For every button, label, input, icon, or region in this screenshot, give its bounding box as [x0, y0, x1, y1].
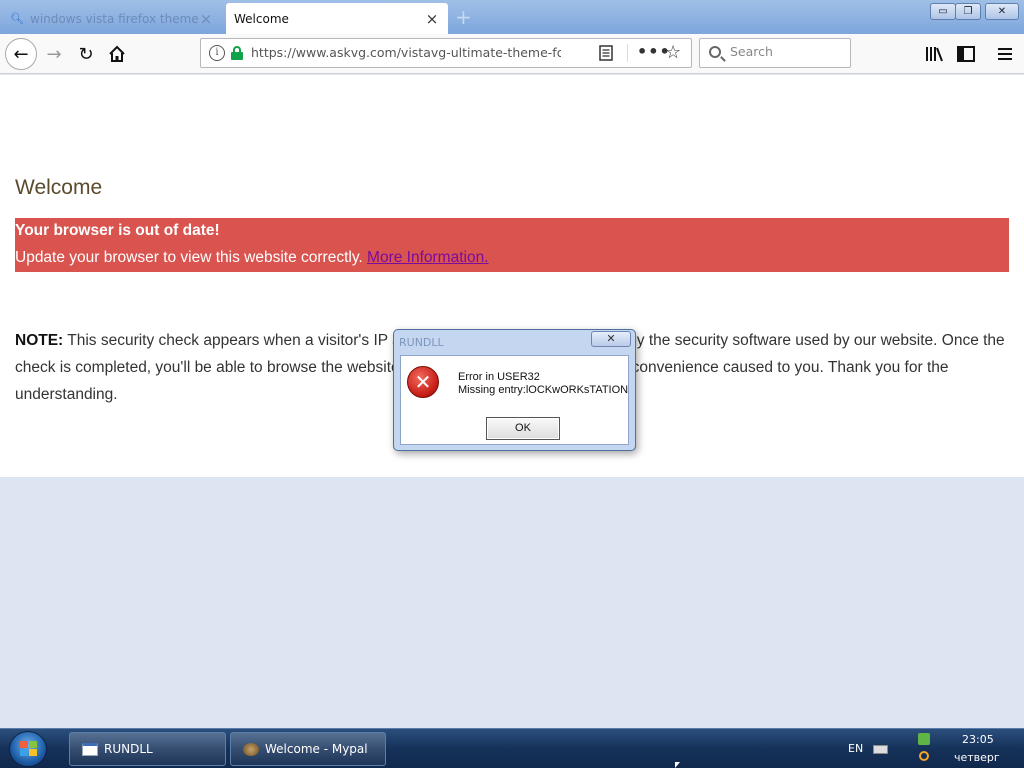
page-title: Welcome	[15, 176, 103, 199]
tab-title: windows vista firefox theme	[30, 11, 198, 26]
error-message-line2: Missing entry:lOCKwORKsTATION	[458, 384, 629, 396]
search-box[interactable]	[699, 38, 851, 68]
start-button[interactable]	[9, 731, 47, 767]
taskbar-button-mypal[interactable]: Welcome - Mypal	[230, 732, 386, 766]
restore-button[interactable]: ❐	[955, 3, 981, 20]
mypal-icon	[243, 742, 259, 756]
ok-button[interactable]: OK	[486, 417, 560, 440]
reload-button[interactable]: ↻	[72, 40, 100, 68]
new-tab-button[interactable]: +	[455, 5, 472, 29]
dialog-body: ✕ Error in USER32 Missing entry:lOCKwORK…	[400, 355, 629, 445]
search-icon	[709, 46, 721, 58]
library-button[interactable]	[920, 40, 948, 68]
alert-message: Update your browser to view this website…	[15, 249, 489, 267]
close-icon[interactable]: ×	[424, 10, 440, 28]
nav-bar: ← → ↻ i https://www.askvg.com/vistavg-ul…	[0, 34, 1024, 74]
arrow-right-icon: →	[46, 43, 62, 65]
rundll-error-dialog: RUNDLL ✕ ✕ Error in USER32 Missing entry…	[393, 329, 636, 451]
more-information-link[interactable]: More Information.	[367, 249, 488, 266]
search-icon: 🔍︎	[10, 12, 24, 25]
note-label: NOTE:	[15, 332, 64, 349]
taskbar-button-rundll[interactable]: RUNDLL	[69, 732, 226, 766]
arrow-left-icon: ←	[13, 43, 29, 65]
tab-strip: 🔍︎ windows vista firefox theme × Welcome…	[0, 0, 1024, 34]
minimize-button[interactable]: ▭	[930, 3, 956, 20]
taskbar: RUNDLL Welcome - Mypal EN 23:05 четверг	[0, 728, 1024, 768]
url-text[interactable]: https://www.askvg.com/vistavg-ultimate-t…	[251, 45, 561, 60]
reader-view-icon[interactable]	[599, 45, 613, 65]
hamburger-menu-icon	[998, 48, 1012, 60]
url-divider	[627, 44, 628, 62]
alert-title: Your browser is out of date!	[15, 222, 220, 239]
close-window-button[interactable]: ✕	[985, 3, 1019, 20]
bookmark-star-icon[interactable]: ☆	[665, 42, 681, 63]
clock-time[interactable]: 23:05	[962, 733, 994, 746]
alert-text: Update your browser to view this website…	[15, 249, 368, 266]
tab-welcome[interactable]: Welcome ×	[226, 3, 448, 34]
language-indicator[interactable]: EN	[848, 742, 863, 755]
reload-icon: ↻	[78, 43, 94, 65]
lock-icon[interactable]	[231, 46, 243, 60]
info-icon[interactable]: i	[209, 45, 225, 61]
back-button[interactable]: ←	[5, 38, 37, 70]
dialog-title: RUNDLL	[399, 336, 444, 349]
mouse-cursor-icon	[675, 762, 680, 768]
outdated-browser-alert: Your browser is out of date! Update your…	[15, 218, 1009, 272]
error-message-line1: Error in USER32	[458, 371, 540, 383]
keyboard-icon[interactable]	[873, 745, 888, 754]
library-icon	[926, 47, 943, 62]
search-icon[interactable]	[919, 751, 929, 761]
forward-button[interactable]: →	[40, 40, 68, 68]
url-bar[interactable]: i https://www.askvg.com/vistavg-ultimate…	[200, 38, 692, 68]
tab-search-results[interactable]: 🔍︎ windows vista firefox theme ×	[2, 3, 222, 34]
windows-logo-icon	[20, 741, 38, 758]
sidebar-icon	[957, 46, 975, 62]
clock-day[interactable]: четверг	[954, 751, 1000, 764]
dialog-close-button[interactable]: ✕	[591, 331, 631, 347]
close-icon[interactable]: ×	[198, 10, 214, 28]
home-button[interactable]	[103, 40, 131, 68]
network-icon[interactable]	[918, 733, 930, 745]
taskbar-button-label: RUNDLL	[104, 742, 153, 756]
home-icon	[109, 45, 125, 62]
taskbar-button-label: Welcome - Mypal	[265, 742, 368, 756]
window-icon	[82, 742, 98, 756]
menu-button[interactable]	[991, 40, 1019, 68]
tab-title: Welcome	[234, 11, 289, 26]
sidebar-button[interactable]	[952, 40, 980, 68]
search-input[interactable]	[730, 44, 840, 59]
error-icon: ✕	[407, 366, 439, 398]
